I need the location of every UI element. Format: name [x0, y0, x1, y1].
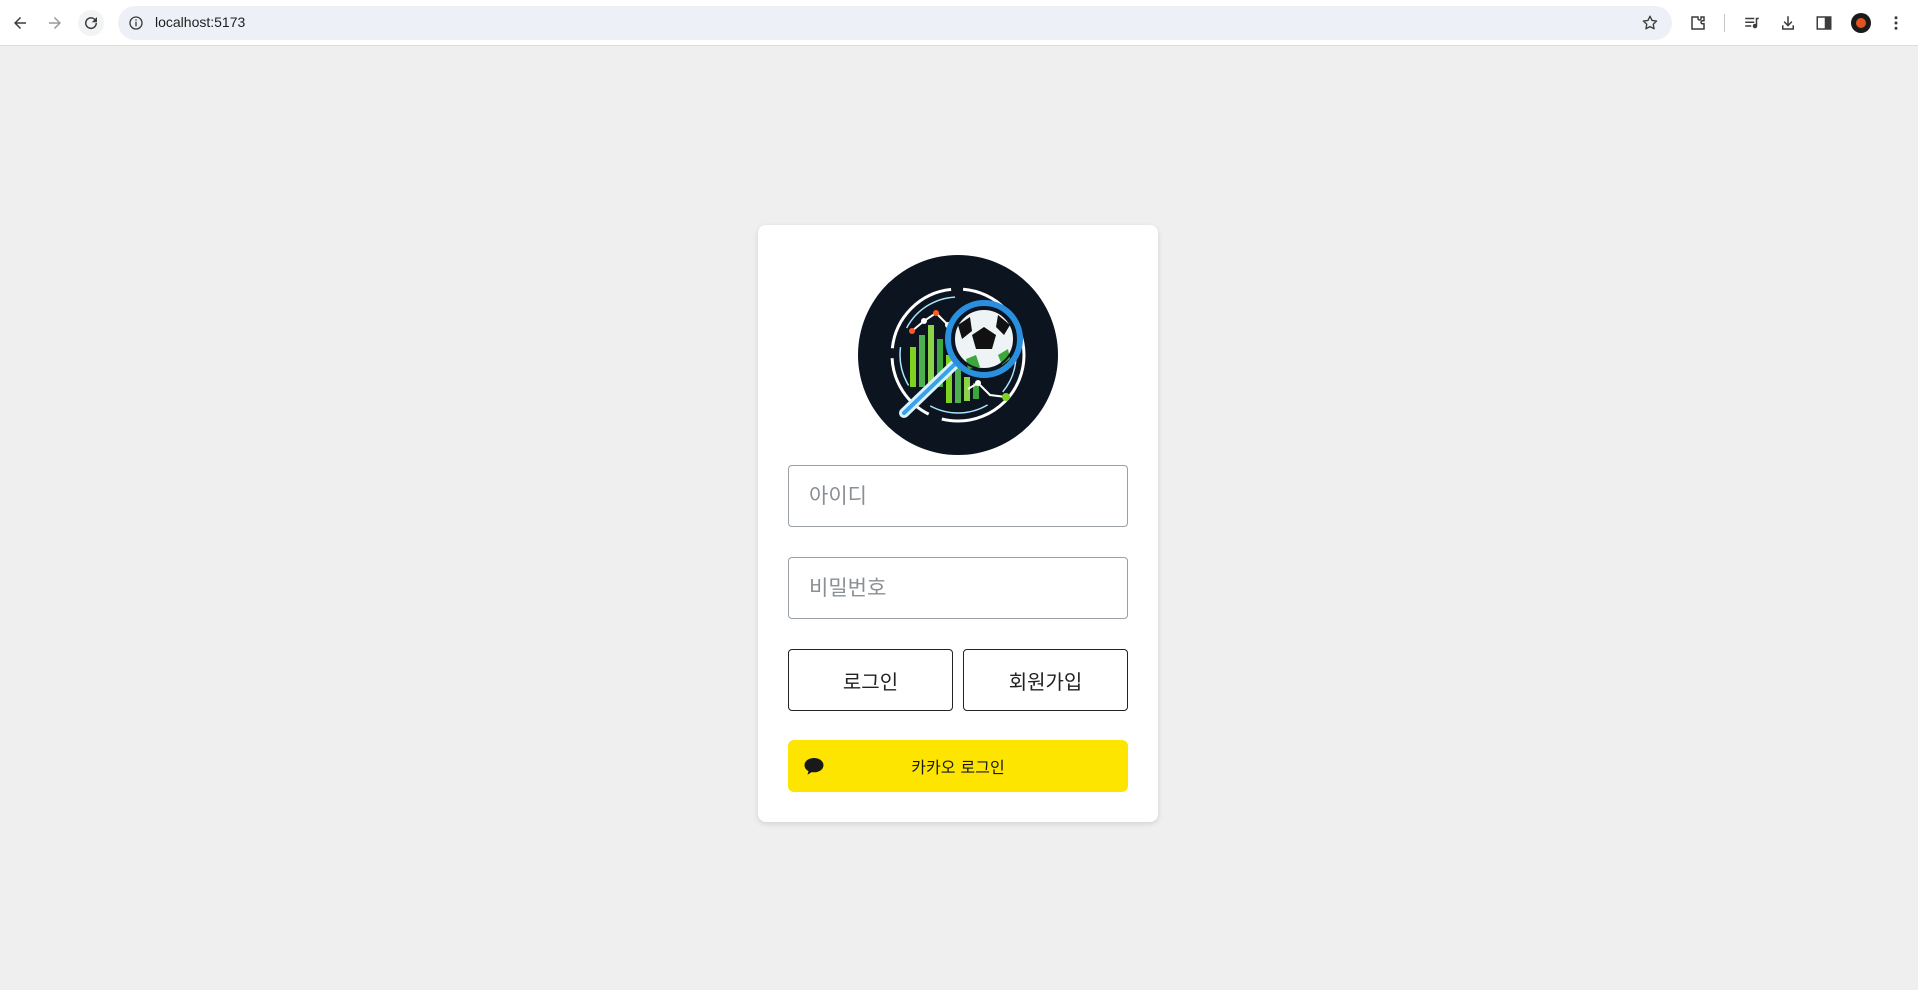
- back-button[interactable]: [7, 10, 33, 36]
- kakao-login-label: 카카오 로그인: [911, 758, 1005, 777]
- username-input[interactable]: [788, 465, 1128, 527]
- side-panel-button[interactable]: [1812, 11, 1836, 35]
- info-icon[interactable]: [126, 13, 146, 33]
- puzzle-icon: [1691, 16, 1705, 30]
- login-button[interactable]: 로그인: [788, 649, 953, 711]
- download-button[interactable]: [1776, 11, 1800, 35]
- kebab-menu-icon: [1894, 16, 1898, 30]
- browser-toolbar: localhost:5173: [0, 0, 1918, 46]
- forward-button[interactable]: [42, 10, 68, 36]
- password-input[interactable]: [788, 557, 1128, 619]
- media-button[interactable]: [1740, 11, 1764, 35]
- toolbar-divider: [1724, 14, 1725, 32]
- side-panel-icon: [1816, 16, 1832, 30]
- arrow-left-icon: [14, 17, 26, 29]
- signup-button[interactable]: 회원가입: [963, 649, 1128, 711]
- kakao-login-button[interactable]: 카카오 로그인: [788, 740, 1128, 792]
- app-logo: [858, 255, 1058, 455]
- arrow-right-icon: [49, 17, 61, 29]
- download-icon: [1782, 16, 1794, 30]
- profile-avatar[interactable]: [1851, 13, 1871, 33]
- menu-button[interactable]: [1884, 11, 1908, 35]
- extensions-button[interactable]: [1686, 11, 1710, 35]
- login-card: 로그인 회원가입 카카오 로그인: [758, 225, 1158, 822]
- star-icon[interactable]: [1640, 13, 1660, 33]
- address-bar[interactable]: localhost:5173: [118, 6, 1672, 40]
- media-playlist-icon: [1745, 17, 1759, 29]
- reload-button[interactable]: [78, 10, 104, 36]
- address-url[interactable]: localhost:5173: [155, 14, 245, 30]
- reload-icon: [85, 17, 98, 30]
- speech-bubble-icon: [804, 758, 824, 775]
